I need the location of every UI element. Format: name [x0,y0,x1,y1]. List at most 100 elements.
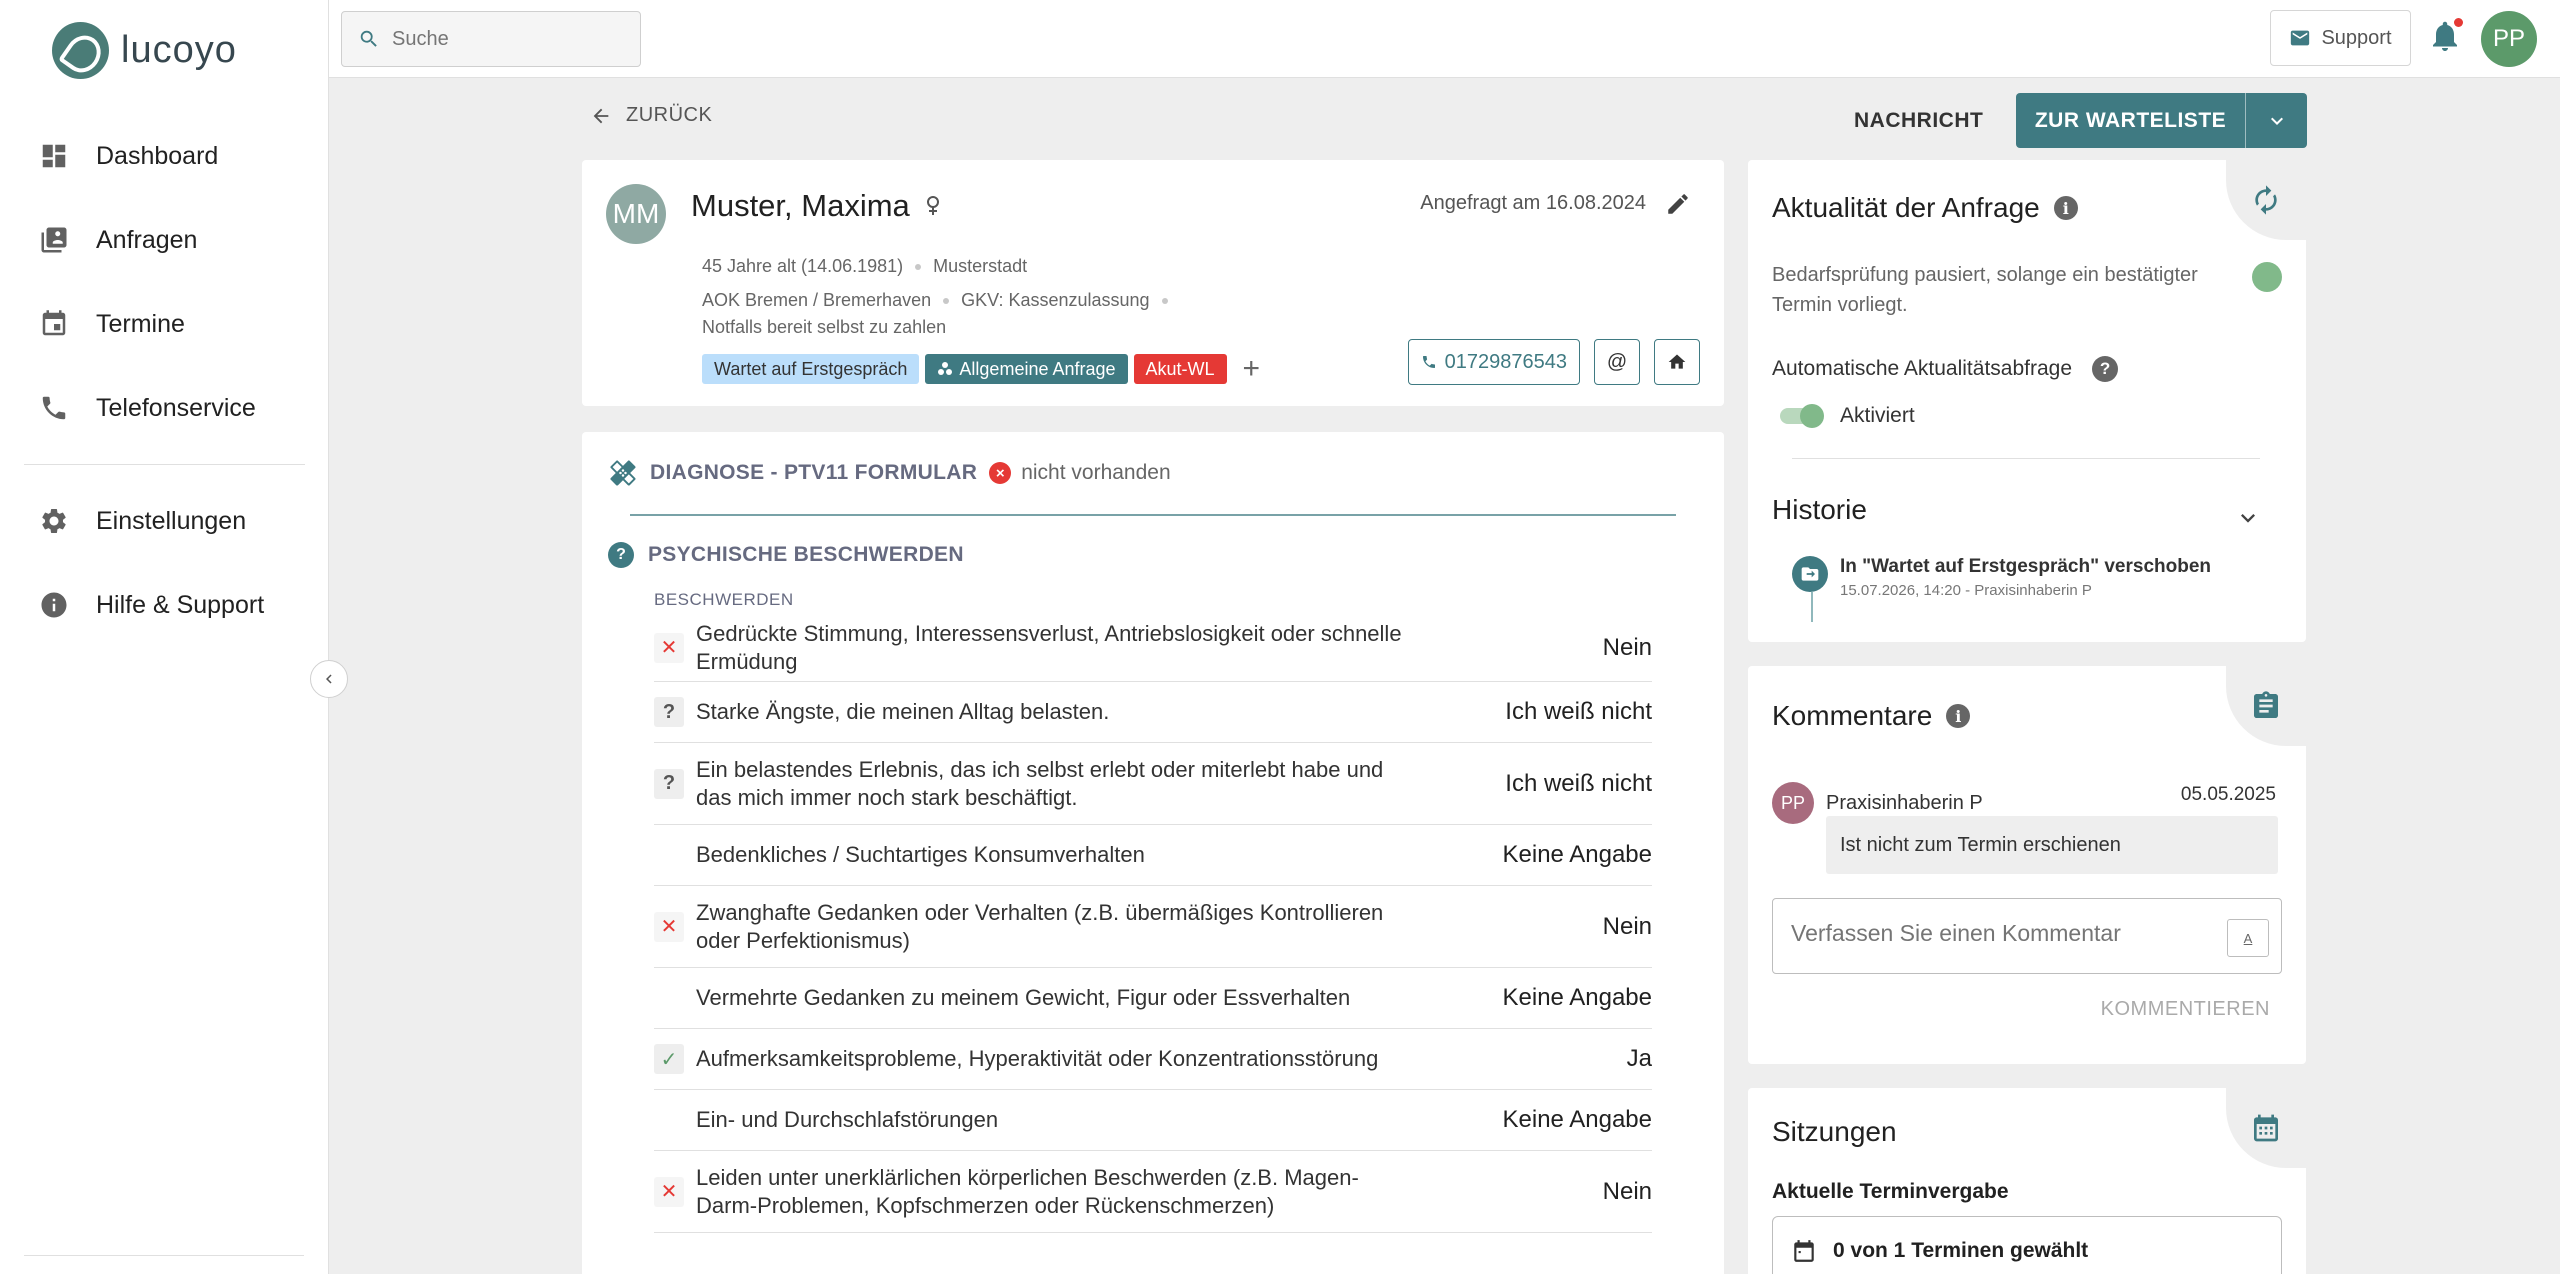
group-icon [938,362,953,375]
status-tag[interactable]: Wartet auf Erstgespräch [702,354,920,384]
pencil-icon [1668,194,1688,214]
phone-icon [1422,356,1435,368]
comment-input-box[interactable]: A [1772,898,2282,974]
separator-dot [915,263,922,270]
calendar-icon [38,308,70,340]
comment-author: Praxisinhaberin P [1826,791,1983,814]
info-icon[interactable]: i [2053,196,2078,220]
chevron-left-icon [326,674,332,684]
requests-icon [38,224,70,256]
patient-avatar: MM [606,184,666,244]
female-icon [926,196,939,215]
sidebar-item-label: Dashboard [96,141,219,170]
sidebar-item-termine[interactable]: Termine [0,282,329,366]
sidebar-divider [24,464,305,465]
sidebar-item-dashboard[interactable]: Dashboard [0,114,329,198]
question-mark-icon: ? [654,697,684,727]
close-icon: ✕ [654,1176,684,1207]
error-icon: × [989,462,1012,484]
sidebar-item-anfragen[interactable]: Anfragen [0,198,329,282]
waitlist-button[interactable]: ZUR WARTELISTE [2016,93,2246,148]
complaint-text: Vermehrte Gedanken zu meinem Gewicht, Fi… [696,985,1351,1010]
sidebar-item-einstellungen[interactable]: Einstellungen [0,479,329,563]
clipboard-button[interactable] [2226,666,2306,746]
comments-title-row: Kommentare i [1772,700,1971,732]
patient-name: Muster, Maxima [691,188,910,223]
complaint-text: Zwanghafte Gedanken oder Verhalten (z.B.… [696,899,1384,953]
message-button[interactable]: NACHRICHT [1838,94,1999,148]
format-button[interactable]: A [2227,919,2269,957]
section-title: PSYCHISCHE BESCHWERDEN [648,543,964,566]
auto-check-toggle[interactable]: Aktiviert [1780,404,1915,428]
waitlist-dropdown-button[interactable] [2246,93,2307,148]
sessions-summary[interactable]: 0 von 1 Terminen gewählt [1772,1216,2282,1274]
search-input[interactable] [392,27,612,51]
edit-patient-button[interactable] [1662,188,1694,220]
complaint-row: Vermehrte Gedanken zu meinem Gewicht, Fi… [654,968,1652,1029]
complaint-text: Leiden unter unerklärlichen körperlichen… [696,1164,1359,1218]
refresh-button[interactable] [2226,160,2306,240]
user-avatar[interactable]: PP [2481,11,2537,67]
complaint-row: ✕ Gedrückte Stimmung, Interessensverlust… [654,614,1652,682]
sidebar-item-telefonservice[interactable]: Telefonservice [0,366,329,450]
bandage-icon [610,460,636,486]
complaint-answer: Nein [1602,633,1652,661]
chevron-down-icon [2241,514,2255,523]
email-button[interactable]: @ [1594,339,1640,385]
patient-self-pay: Notfalls bereit selbst zu zahlen [702,317,947,337]
separator-dot [1161,297,1168,304]
patient-card: MM Muster, Maxima Angefragt am 16.08.202… [582,160,1724,406]
comments-title: Kommentare [1772,700,1933,731]
support-button[interactable]: Support [2270,10,2411,66]
comment-input[interactable] [1791,920,2211,952]
clipboard-icon [2254,691,2278,718]
sessions-summary-label: 0 von 1 Terminen gewählt [1833,1239,2089,1262]
sidebar-item-hilfe-support[interactable]: Hilfe & Support [0,563,329,647]
info-icon[interactable]: i [1946,704,1971,728]
address-button[interactable] [1654,339,1700,385]
actuality-text: Bedarfsprüfung pausiert, solange ein bes… [1772,264,2198,316]
history-toggle[interactable] [2234,504,2262,537]
sidebar-collapse-button[interactable] [310,660,348,698]
phone-button[interactable]: 01729876543 [1407,339,1580,385]
request-type-tag[interactable]: Allgemeine Anfrage [925,354,1128,384]
home-icon [1668,354,1686,369]
comment-date: 05.05.2025 [2180,784,2276,805]
complaint-text: Bedenkliches / Suchtartiges Konsumverhal… [696,842,1145,867]
empty-mark [654,840,684,870]
notifications-button[interactable] [2427,18,2467,58]
diagnosis-divider [630,514,1676,516]
calendar-icon [1794,1240,1814,1262]
complaint-text: Starke Ängste, die meinen Alltag belaste… [696,699,1110,724]
patient-tags: Wartet auf Erstgespräch Allgemeine Anfra… [702,354,1260,384]
complaint-text: Ein belastendes Erlebnis, das ich selbst… [696,756,1384,810]
sidebar-nav: Dashboard Anfragen Termine Telefonservic… [0,114,329,647]
chevron-down-icon [2270,117,2283,125]
empty-mark [654,1105,684,1135]
priority-tag[interactable]: Akut-WL [1133,354,1227,384]
comment-text: Ist nicht zum Termin erschienen [1826,816,2278,874]
complaint-answer: Nein [1602,1177,1652,1205]
comments-card: Kommentare i PP Praxisinhaberin P 05.05.… [1748,666,2306,1064]
patient-gkv: GKV: Kassenzulassung [961,290,1150,310]
complaint-answer: Ich weiß nicht [1505,698,1652,725]
sessions-calendar-button[interactable] [2226,1088,2306,1168]
logo[interactable]: lucoyo [52,22,237,79]
complaint-row: ✓ Aufmerksamkeitsprobleme, Hyperaktivitä… [654,1029,1652,1090]
diagnosis-header: DIAGNOSE - PTV11 FORMULAR × nicht vorhan… [608,458,1171,488]
move-icon [1792,556,1828,592]
submit-comment-button[interactable]: KOMMENTIEREN [2101,998,2270,1021]
history-item-body: In "Wartet auf Erstgespräch" verschoben … [1840,556,2211,599]
sessions-title: Sitzungen [1772,1116,1897,1147]
complaint-row: ✕ Leiden unter unerklärlichen körperlich… [654,1151,1652,1233]
help-icon[interactable]: ? [2092,356,2119,382]
toggle-switch[interactable] [1780,404,1824,428]
sidebar-item-label: Anfragen [96,225,198,254]
search-box[interactable] [341,11,641,67]
add-tag-button[interactable]: + [1243,354,1261,384]
sidebar-bottom-divider [24,1255,304,1256]
back-button[interactable]: ZURÜCK [590,104,712,127]
requested-date: Angefragt am 16.08.2024 [1420,192,1646,214]
complaint-answer: Keine Angabe [1502,984,1652,1011]
gear-icon [38,505,70,537]
